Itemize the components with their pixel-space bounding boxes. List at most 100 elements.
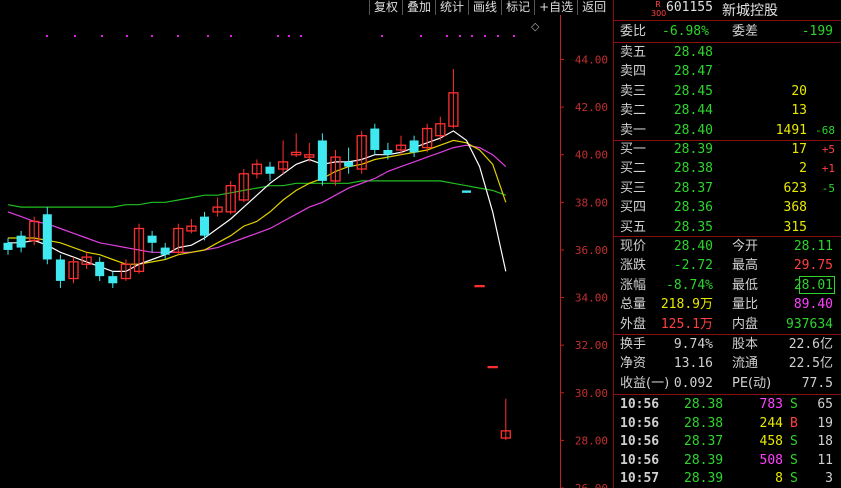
turnover-value: 9.74%	[673, 337, 713, 352]
candle-body[interactable]	[55, 259, 65, 281]
candle-body[interactable]	[3, 242, 13, 250]
event-marker	[288, 35, 290, 37]
candle-body[interactable]	[317, 140, 327, 181]
outer-volume-row: 外盘 125.1万 内盘 937634	[614, 315, 841, 334]
bid-price: 28.38	[673, 161, 713, 177]
bid-change: +1	[821, 162, 835, 176]
back-button[interactable]: 返回	[577, 0, 611, 15]
ask-row: 卖四 28.47	[614, 62, 841, 81]
y-tick-label: 28.00	[575, 434, 608, 447]
pe-ratio-value: 77.5	[801, 375, 833, 391]
net-assets-label: 净资	[620, 356, 647, 372]
tick-row[interactable]: 10:56 28.39 508 S 11	[614, 451, 841, 470]
candle-body[interactable]	[95, 261, 105, 277]
candle-body[interactable]	[42, 214, 52, 260]
eps-label: 收益(一)	[620, 375, 670, 391]
tick-volume: 244	[759, 415, 783, 431]
add-watchlist-button[interactable]: +自选	[534, 0, 578, 15]
chart-toolbar: 复权 叠加 统计 画线 标记 +自选 返回	[369, 0, 611, 15]
candle-body[interactable]	[108, 276, 118, 284]
event-marker	[459, 35, 461, 37]
float-shares-label: 流通	[732, 356, 759, 372]
total-volume-label: 总量	[620, 297, 647, 313]
candle-body[interactable]	[200, 216, 209, 236]
change-pct-value: -8.74%	[666, 277, 713, 293]
turnover-row: 换手 9.74% 股本 22.6亿	[614, 335, 841, 354]
tick-row[interactable]: 10:56 28.38 783 S 65	[614, 395, 841, 414]
tick-side: S	[790, 471, 798, 487]
event-marker	[177, 35, 179, 37]
tick-volume: 8	[775, 471, 783, 487]
event-marker	[497, 35, 499, 37]
candle-body[interactable]	[344, 161, 354, 167]
event-marker	[381, 35, 383, 37]
tick-price: 28.39	[684, 471, 724, 487]
eps-row: 收益(一) 0.092 PE(动) 77.5	[614, 374, 841, 393]
change-value: -2.72	[673, 258, 713, 274]
candle-body[interactable]	[16, 235, 26, 248]
statistics-button[interactable]: 统计	[435, 0, 469, 15]
tick-count: 18	[817, 434, 833, 450]
event-marker	[126, 35, 128, 37]
outer-volume-value: 125.1万	[660, 316, 713, 332]
candle-body[interactable]	[462, 190, 471, 193]
bid-volume: 17	[791, 142, 807, 157]
tick-row[interactable]: 10:56 28.37 458 S 18	[614, 432, 841, 451]
event-marker	[46, 35, 48, 37]
tick-row[interactable]: 10:57 28.39 8 S 3	[614, 469, 841, 488]
tick-time: 10:56	[620, 397, 660, 412]
tick-row[interactable]: 10:56 28.38 244 B 19	[614, 414, 841, 433]
y-tick-label: 26.00	[575, 482, 608, 488]
candle-body[interactable]	[383, 149, 393, 155]
tick-price: 28.39	[684, 452, 724, 468]
event-marker	[277, 35, 279, 37]
bid-row: 买三 28.37 623 -5	[614, 179, 841, 198]
bid-label: 买二	[620, 161, 647, 177]
volume-ratio-value: 89.40	[793, 297, 833, 313]
bid-row: 买一 28.39 17 +5	[614, 140, 841, 159]
overlay-button[interactable]: 叠加	[402, 0, 436, 15]
bid-label: 买一	[620, 142, 647, 157]
bid-row: 买四 28.36 368	[614, 198, 841, 217]
restore-rights-button[interactable]: 复权	[369, 0, 403, 15]
event-marker	[446, 35, 448, 37]
ask-price: 28.47	[673, 64, 713, 80]
quote-panel: R 300 601155 新城控股 委比 -6.98% 委差 -199 卖五 28.…	[614, 0, 841, 488]
diamond-marker: ◇	[531, 20, 540, 33]
ask-row: 卖五 28.48	[614, 43, 841, 62]
tick-price: 28.38	[684, 415, 724, 431]
turnover-label: 换手	[620, 337, 647, 352]
net-assets-row: 净资 13.16 流通 22.5亿	[614, 354, 841, 373]
candle-body[interactable]	[147, 235, 157, 243]
bid-price: 28.37	[673, 180, 713, 196]
bid-volume: 315	[783, 219, 807, 235]
tick-side: S	[790, 434, 798, 450]
candle-body[interactable]	[160, 247, 170, 255]
candlestick-chart[interactable]: ◇ 44.00 42.00 40.00 38.00 36.00 34.00 32.00 30.0…	[0, 0, 613, 488]
event-marker	[484, 35, 486, 37]
current-price-value: 28.40	[673, 239, 713, 254]
candle-body[interactable]	[487, 365, 498, 369]
mark-button[interactable]: 标记	[501, 0, 535, 15]
tick-count: 11	[817, 452, 833, 468]
ma10-line	[8, 139, 507, 265]
order-ratio-value: -6.98%	[662, 24, 709, 39]
draw-line-button[interactable]: 画线	[468, 0, 502, 15]
inner-volume-label: 内盘	[732, 316, 759, 332]
candle-body[interactable]	[265, 166, 275, 174]
tick-time: 10:56	[620, 415, 660, 431]
candle-body[interactable]	[409, 140, 419, 153]
candle-body[interactable]	[474, 285, 485, 288]
inner-volume-value: 937634	[786, 316, 833, 332]
bid-row: 买二 28.38 2 +1	[614, 159, 841, 178]
change-pct-row: 涨幅 -8.74% 最低 28.01	[614, 275, 841, 295]
tick-volume: 783	[759, 397, 783, 412]
y-tick-label: 34.00	[575, 292, 608, 305]
candle-body[interactable]	[370, 128, 380, 150]
ask-row: 卖二 28.44 13	[614, 101, 841, 120]
bid-row: 买五 28.35 315	[614, 218, 841, 237]
stock-name: 新城控股	[722, 3, 778, 19]
event-marker	[101, 35, 103, 37]
tick-volume: 458	[759, 434, 783, 450]
total-volume-row: 总量 218.9万 量比 89.40	[614, 295, 841, 314]
